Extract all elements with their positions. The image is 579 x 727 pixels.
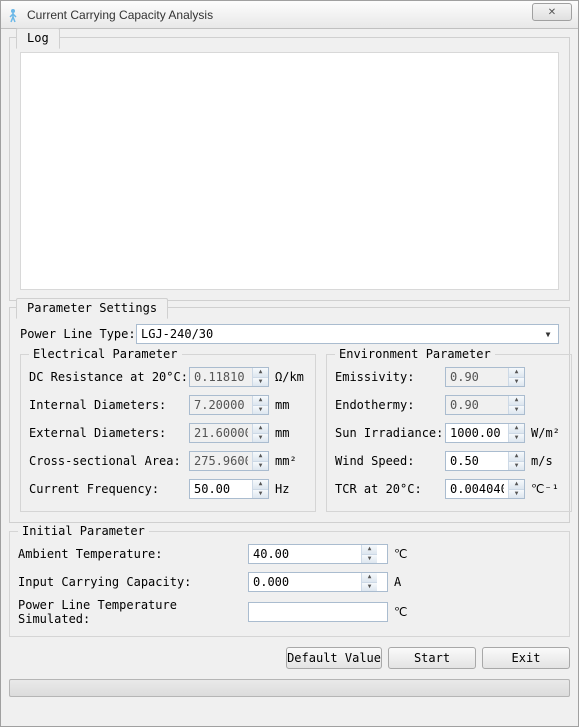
tcr-stepper[interactable]: ▲▼ bbox=[508, 480, 524, 498]
simulated-temp-unit: ℃ bbox=[394, 605, 426, 619]
parameter-settings-panel: Parameter Settings Power Line Type: LGJ-… bbox=[9, 307, 570, 523]
input-capacity-value[interactable] bbox=[249, 573, 361, 591]
wind-speed-stepper[interactable]: ▲▼ bbox=[508, 452, 524, 470]
emissivity-value bbox=[446, 368, 508, 386]
internal-diam-value bbox=[190, 396, 252, 414]
endothermy-input: ▲▼ bbox=[445, 395, 525, 415]
external-diam-value bbox=[190, 424, 252, 442]
irradiance-value[interactable] bbox=[446, 424, 508, 442]
cross-section-unit: mm² bbox=[275, 454, 307, 468]
input-capacity-label: Input Carrying Capacity: bbox=[18, 575, 248, 589]
internal-diam-unit: mm bbox=[275, 398, 307, 412]
tcr-unit: ℃⁻¹ bbox=[531, 482, 563, 496]
tcr-value[interactable] bbox=[446, 480, 508, 498]
input-capacity-stepper[interactable]: ▲▼ bbox=[361, 573, 377, 591]
electrical-legend: Electrical Parameter bbox=[29, 347, 182, 361]
irradiance-unit: W/m² bbox=[531, 426, 563, 440]
external-diam-stepper: ▲▼ bbox=[252, 424, 268, 442]
dc-resistance-label: DC Resistance at 20°C: bbox=[29, 370, 189, 384]
dc-resistance-stepper: ▲▼ bbox=[252, 368, 268, 386]
app-icon bbox=[5, 7, 21, 23]
tab-parameter-settings[interactable]: Parameter Settings bbox=[16, 298, 168, 319]
frequency-label: Current Frequency: bbox=[29, 482, 189, 496]
external-diam-unit: mm bbox=[275, 426, 307, 440]
exit-button[interactable]: Exit bbox=[482, 647, 570, 669]
environment-legend: Environment Parameter bbox=[335, 347, 495, 361]
electrical-parameter-group: Electrical Parameter DC Resistance at 20… bbox=[20, 354, 316, 512]
frequency-value[interactable] bbox=[190, 480, 252, 498]
close-button[interactable]: ✕ bbox=[532, 3, 572, 21]
ambient-temp-input[interactable]: ▲▼ bbox=[248, 544, 388, 564]
window-title: Current Carrying Capacity Analysis bbox=[27, 8, 213, 22]
simulated-temp-label: Power Line Temperature Simulated: bbox=[18, 598, 248, 626]
default-value-label: Default Value bbox=[287, 651, 381, 665]
input-capacity-unit: A bbox=[394, 575, 426, 589]
tab-log[interactable]: Log bbox=[16, 28, 60, 49]
cross-section-input: ▲▼ bbox=[189, 451, 269, 471]
wind-speed-unit: m/s bbox=[531, 454, 563, 468]
irradiance-stepper[interactable]: ▲▼ bbox=[508, 424, 524, 442]
param-tab-header: Parameter Settings bbox=[16, 298, 168, 319]
internal-diam-stepper: ▲▼ bbox=[252, 396, 268, 414]
wind-speed-label: Wind Speed: bbox=[335, 454, 445, 468]
dc-resistance-unit: Ω/km bbox=[275, 370, 307, 384]
app-window: Current Carrying Capacity Analysis ✕ Log… bbox=[0, 0, 579, 727]
progress-bar bbox=[9, 679, 570, 697]
power-line-type-label: Power Line Type: bbox=[20, 327, 136, 341]
wind-speed-value[interactable] bbox=[446, 452, 508, 470]
frequency-unit: Hz bbox=[275, 482, 307, 496]
titlebar: Current Carrying Capacity Analysis ✕ bbox=[1, 1, 578, 29]
emissivity-input: ▲▼ bbox=[445, 367, 525, 387]
internal-diam-label: Internal Diameters: bbox=[29, 398, 189, 412]
log-textarea[interactable] bbox=[20, 52, 559, 290]
power-line-type-select[interactable]: LGJ-240/30 ▼ bbox=[136, 324, 559, 344]
tab-params-label: Parameter Settings bbox=[27, 301, 157, 315]
action-buttons: Default Value Start Exit bbox=[9, 647, 570, 669]
endothermy-stepper: ▲▼ bbox=[508, 396, 524, 414]
power-line-type-row: Power Line Type: LGJ-240/30 ▼ bbox=[20, 324, 559, 344]
initial-parameter-group: Initial Parameter Ambient Temperature: ▲… bbox=[9, 531, 570, 637]
wind-speed-input[interactable]: ▲▼ bbox=[445, 451, 525, 471]
tcr-input[interactable]: ▲▼ bbox=[445, 479, 525, 499]
close-icon: ✕ bbox=[548, 7, 556, 18]
exit-label: Exit bbox=[512, 651, 541, 665]
log-panel: Log bbox=[9, 37, 570, 301]
initial-legend: Initial Parameter bbox=[18, 524, 149, 538]
log-tab-header: Log bbox=[16, 28, 60, 49]
frequency-input[interactable]: ▲▼ bbox=[189, 479, 269, 499]
cross-section-label: Cross-sectional Area: bbox=[29, 454, 189, 468]
dc-resistance-input: ▲▼ bbox=[189, 367, 269, 387]
start-label: Start bbox=[414, 651, 450, 665]
power-line-type-value: LGJ-240/30 bbox=[141, 327, 213, 341]
input-capacity-input[interactable]: ▲▼ bbox=[248, 572, 388, 592]
ambient-temp-label: Ambient Temperature: bbox=[18, 547, 248, 561]
external-diam-input: ▲▼ bbox=[189, 423, 269, 443]
endothermy-label: Endothermy: bbox=[335, 398, 445, 412]
chevron-down-icon: ▼ bbox=[540, 326, 556, 342]
content-area: Log Parameter Settings Power Line Type: … bbox=[1, 29, 578, 726]
cross-section-stepper: ▲▼ bbox=[252, 452, 268, 470]
simulated-temp-input[interactable] bbox=[248, 602, 388, 622]
tcr-label: TCR at 20°C: bbox=[335, 482, 445, 496]
tab-log-label: Log bbox=[27, 31, 49, 45]
irradiance-label: Sun Irradiance: bbox=[335, 426, 445, 440]
dc-resistance-value bbox=[190, 368, 252, 386]
endothermy-value bbox=[446, 396, 508, 414]
start-button[interactable]: Start bbox=[388, 647, 476, 669]
cross-section-value bbox=[190, 452, 252, 470]
ambient-temp-unit: ℃ bbox=[394, 547, 426, 561]
ambient-temp-stepper[interactable]: ▲▼ bbox=[361, 545, 377, 563]
frequency-stepper[interactable]: ▲▼ bbox=[252, 480, 268, 498]
emissivity-label: Emissivity: bbox=[335, 370, 445, 384]
external-diam-label: External Diameters: bbox=[29, 426, 189, 440]
emissivity-stepper: ▲▼ bbox=[508, 368, 524, 386]
default-value-button[interactable]: Default Value bbox=[286, 647, 382, 669]
internal-diam-input: ▲▼ bbox=[189, 395, 269, 415]
irradiance-input[interactable]: ▲▼ bbox=[445, 423, 525, 443]
environment-parameter-group: Environment Parameter Emissivity: ▲▼ End… bbox=[326, 354, 572, 512]
ambient-temp-value[interactable] bbox=[249, 545, 361, 563]
